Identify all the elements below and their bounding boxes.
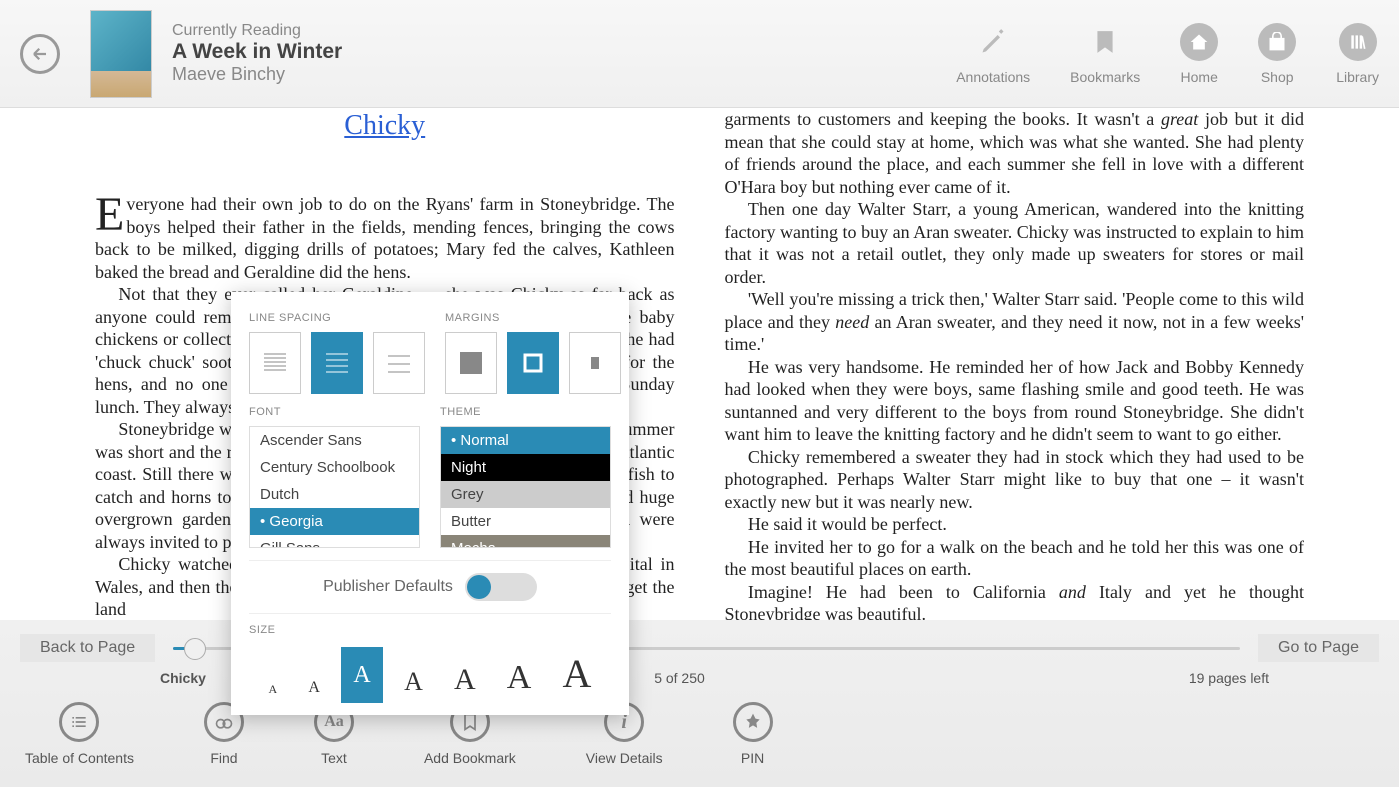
book-title: A Week in Winter: [172, 40, 956, 64]
bookmark-icon: [1092, 24, 1118, 60]
book-cover[interactable]: [90, 10, 152, 98]
theme-item[interactable]: Mocha: [441, 535, 610, 548]
size-xxl[interactable]: A: [497, 653, 542, 703]
book-author: Maeve Binchy: [172, 64, 956, 85]
shop-label: Shop: [1261, 69, 1294, 85]
publisher-defaults-row: Publisher Defaults: [249, 560, 611, 614]
highlighter-icon: [979, 23, 1007, 61]
size-xl[interactable]: A: [444, 657, 486, 703]
theme-item[interactable]: Grey: [441, 481, 610, 508]
binoculars-icon: [214, 712, 234, 732]
shop-button[interactable]: Shop: [1258, 23, 1296, 85]
home-label: Home: [1181, 69, 1218, 85]
size-l[interactable]: A: [394, 661, 433, 703]
bookmark-add-icon: [460, 712, 480, 732]
reading-area: Chicky Everyone had their own job to do …: [0, 108, 1399, 620]
theme-list[interactable]: Normal Night Grey Butter Mocha: [440, 426, 611, 548]
pages-left: 19 pages left: [1069, 670, 1269, 686]
currently-reading-label: Currently Reading: [172, 22, 956, 40]
chapter-title[interactable]: Chicky: [95, 108, 675, 143]
annotations-button[interactable]: Annotations: [956, 23, 1030, 85]
view-details-label: View Details: [586, 750, 663, 766]
progress-row: Back to Page Go to Page: [20, 632, 1379, 664]
home-button[interactable]: Home: [1180, 23, 1218, 85]
margins-label: MARGINS: [445, 312, 621, 324]
publisher-defaults-toggle[interactable]: [465, 573, 537, 601]
font-item[interactable]: Ascender Sans: [250, 427, 419, 454]
bottom-actions: Table of Contents Find Aa Text Add Bookm…: [20, 702, 1379, 766]
margins-wide[interactable]: [569, 332, 621, 394]
font-item[interactable]: Georgia: [250, 508, 419, 535]
bottom-bar: Back to Page Go to Page Chicky 5 of 250 …: [0, 620, 1399, 787]
text-settings-popup: LINE SPACING MARGINS FONT Ascender Sans …: [231, 292, 629, 715]
toc-label: Table of Contents: [25, 750, 134, 766]
size-s[interactable]: A: [298, 673, 330, 703]
theme-item[interactable]: Normal: [441, 427, 610, 454]
margins-narrow[interactable]: [445, 332, 497, 394]
size-xs[interactable]: A: [259, 676, 288, 703]
line-spacing-tight[interactable]: [249, 332, 301, 394]
size-row: A A A A A A A: [249, 644, 611, 703]
back-to-page-button[interactable]: Back to Page: [20, 634, 155, 662]
add-bookmark-label: Add Bookmark: [424, 750, 516, 766]
text-label: Text: [321, 750, 347, 766]
library-button[interactable]: Library: [1336, 23, 1379, 85]
progress-labels: Chicky 5 of 250 19 pages left: [20, 670, 1379, 686]
book-info: Currently Reading A Week in Winter Maeve…: [172, 22, 956, 85]
theme-item[interactable]: Night: [441, 454, 610, 481]
margins-normal[interactable]: [507, 332, 559, 394]
find-label: Find: [210, 750, 237, 766]
theme-label: THEME: [440, 406, 611, 418]
font-item[interactable]: Century Schoolbook: [250, 454, 419, 481]
back-button[interactable]: [20, 34, 60, 74]
pin-button[interactable]: PIN: [733, 702, 773, 766]
back-arrow-icon: [31, 45, 49, 63]
pin-label: PIN: [741, 750, 764, 766]
pin-icon: [743, 712, 763, 732]
right-page: garments to customers and keeping the bo…: [700, 108, 1305, 620]
size-xxxl[interactable]: A: [552, 644, 601, 703]
toc-button[interactable]: Table of Contents: [25, 702, 134, 766]
go-to-page-button[interactable]: Go to Page: [1258, 634, 1379, 662]
publisher-defaults-label: Publisher Defaults: [323, 578, 453, 596]
size-m[interactable]: A: [341, 647, 383, 703]
font-item[interactable]: Gill Sans: [250, 535, 419, 548]
font-list[interactable]: Ascender Sans Century Schoolbook Dutch G…: [249, 426, 420, 548]
dropcap: E: [95, 193, 126, 236]
header: Currently Reading A Week in Winter Maeve…: [0, 0, 1399, 108]
bookmarks-button[interactable]: Bookmarks: [1070, 23, 1140, 85]
slider-thumb[interactable]: [184, 638, 206, 660]
library-icon: [1348, 32, 1368, 52]
header-actions: Annotations Bookmarks Home Shop Library: [956, 23, 1379, 85]
annotations-label: Annotations: [956, 69, 1030, 85]
bookmarks-label: Bookmarks: [1070, 69, 1140, 85]
size-label: SIZE: [249, 624, 611, 636]
library-label: Library: [1336, 69, 1379, 85]
home-icon: [1189, 32, 1209, 52]
list-icon: [69, 712, 89, 732]
shop-icon: [1267, 32, 1287, 52]
line-spacing-normal[interactable]: [311, 332, 363, 394]
line-spacing-wide[interactable]: [373, 332, 425, 394]
font-item[interactable]: Dutch: [250, 481, 419, 508]
line-spacing-label: LINE SPACING: [249, 312, 425, 324]
theme-item[interactable]: Butter: [441, 508, 610, 535]
font-label: FONT: [249, 406, 420, 418]
